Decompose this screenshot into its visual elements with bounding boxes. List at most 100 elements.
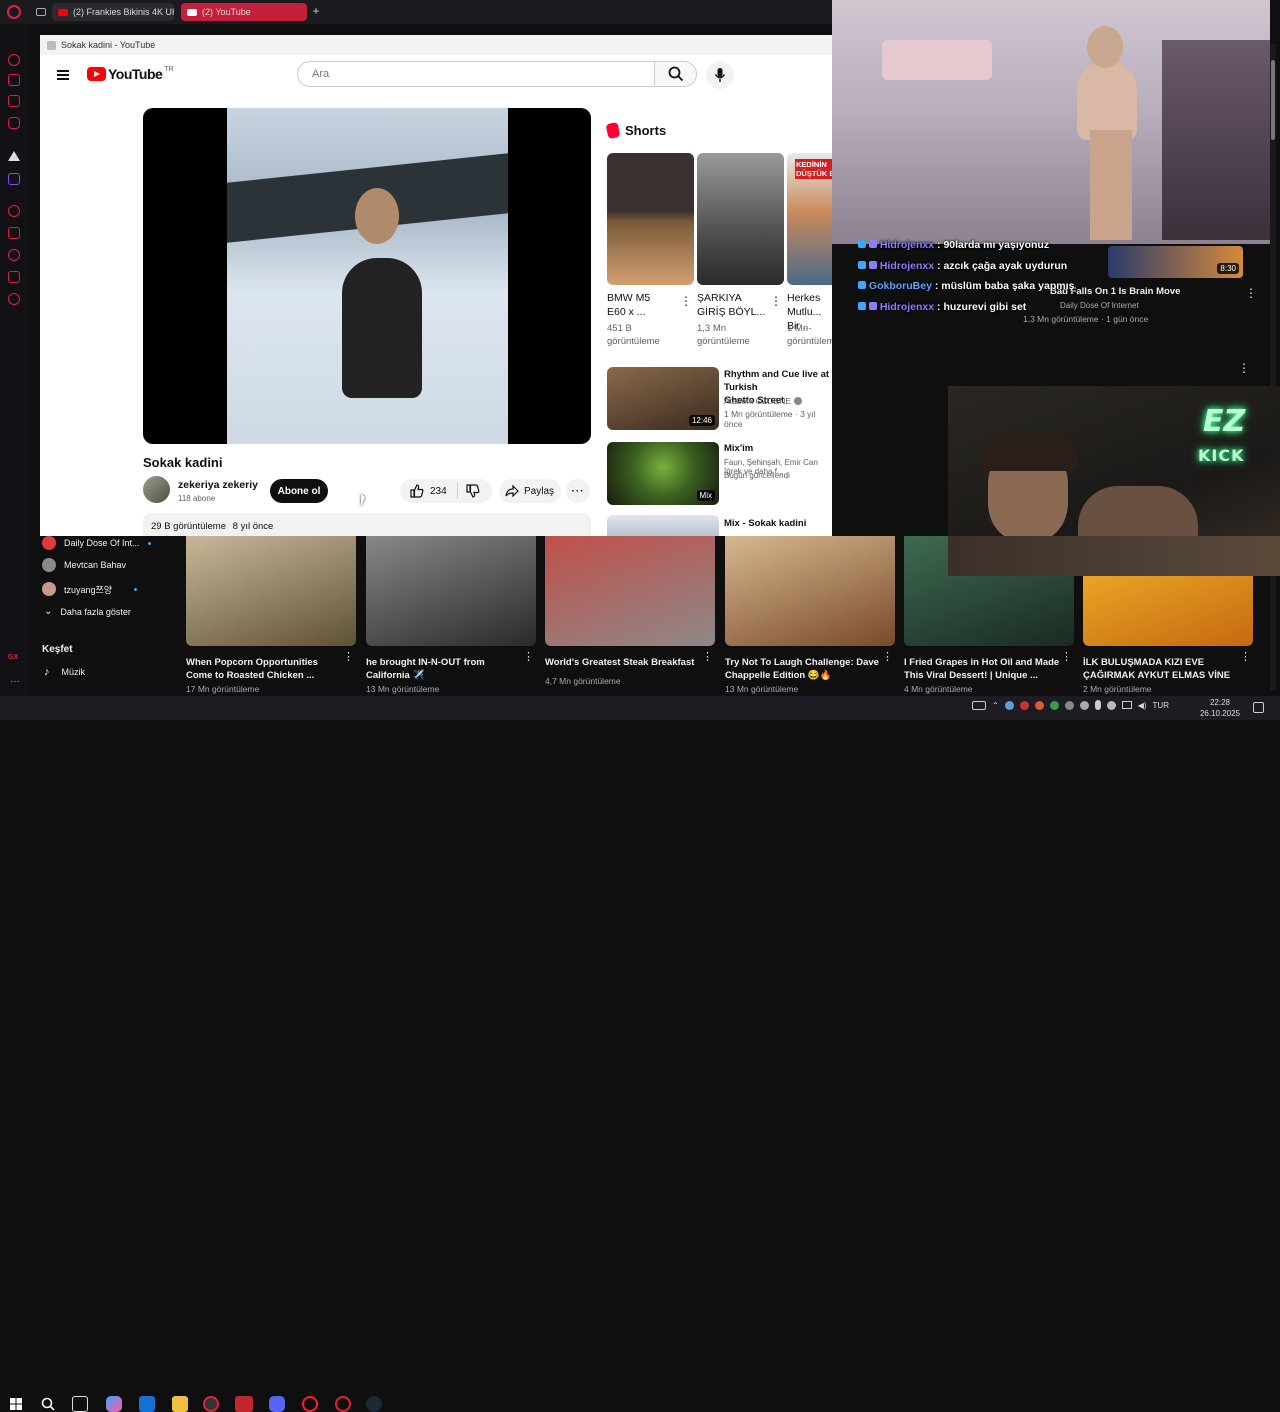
related-thumbnail[interactable]: 12:46 (607, 367, 719, 430)
tray-language[interactable]: TUR (1153, 701, 1169, 710)
opera-gx-icon-2[interactable] (335, 1396, 351, 1412)
video-title[interactable]: he brought IN-N-OUT from California ✈️ (366, 656, 526, 682)
card-menu-icon[interactable]: ⋮ (1240, 652, 1251, 663)
channel-name[interactable]: zekeriya zekeriy (178, 479, 258, 491)
video-title[interactable]: Try Not To Laugh Challenge: Dave Chappell… (725, 656, 885, 682)
video-card[interactable]: When Popcorn Opportunities Come to Roaste… (186, 536, 356, 694)
short-menu-icon[interactable]: ⋮ (680, 294, 692, 308)
discord-icon[interactable] (269, 1396, 285, 1412)
tray-app-icon[interactable] (1049, 700, 1059, 710)
clock[interactable]: 22:28 26.10.2025 (1196, 696, 1244, 719)
card-menu-icon[interactable]: ⋮ (343, 652, 354, 663)
related-thumbnail[interactable]: Mix (607, 442, 719, 505)
tray-app-icon[interactable] (1106, 700, 1116, 710)
sidebar-history-icon[interactable] (8, 249, 20, 261)
tray-app-icon[interactable] (1079, 700, 1089, 710)
tray-network-icon[interactable] (1121, 701, 1132, 709)
sidebar-twitch-icon[interactable] (8, 173, 20, 185)
video-card[interactable]: he brought IN-N-OUT from California ✈️ 13… (366, 536, 536, 694)
subscription-item[interactable]: Daily Dose Of Int... (42, 536, 151, 550)
explore-item-music[interactable]: ♪ Müzik (44, 666, 85, 678)
sidebar-chat-icon[interactable] (8, 95, 20, 107)
video-player[interactable] (143, 108, 591, 444)
sidebar-player-icon[interactable] (8, 205, 20, 217)
tray-keyboard-icon[interactable] (972, 700, 986, 710)
sidebar-more-icon[interactable]: ··· (10, 676, 20, 687)
menu-icon[interactable] (57, 68, 69, 82)
video-title[interactable]: I Fried Grapes in Hot Oil and Made This V… (904, 656, 1064, 682)
description-box[interactable]: 29 B görüntüleme 8 yıl önce (143, 513, 591, 536)
popup-titlebar[interactable]: Sokak kadini - YouTube (40, 35, 832, 55)
sidebar-aria-icon[interactable] (8, 151, 20, 161)
video-card[interactable]: World's Greatest Steak Breakfast 4,7 Mn … (545, 536, 715, 686)
voice-search-button[interactable] (706, 61, 734, 89)
video-thumbnail[interactable] (366, 536, 536, 646)
more-actions-button[interactable]: ··· (566, 479, 590, 503)
video-title[interactable]: İLK BULUŞMADA KIZI EVE ÇAĞIRMAK AYKUT ELM… (1083, 656, 1243, 682)
youtube-logo[interactable]: YouTube TR (87, 66, 174, 82)
subscription-item[interactable]: tzuyang쯔양 (42, 582, 138, 596)
video-title[interactable]: When Popcorn Opportunities Come to Roaste… (186, 656, 346, 682)
related-title[interactable]: Mix - Sokak kadini (724, 518, 806, 529)
card-menu-icon[interactable]: ⋮ (702, 652, 713, 663)
video-thumbnail[interactable] (186, 536, 356, 646)
card-menu-icon[interactable]: ⋮ (523, 652, 534, 663)
related-channel[interactable]: Ataberk ÖZDENE (724, 396, 803, 406)
sidebar-gx-icon[interactable]: GX (8, 654, 18, 661)
share-button[interactable]: Paylaş (499, 479, 561, 503)
steam-icon[interactable] (366, 1396, 382, 1412)
sidebar-pin-icon[interactable] (8, 227, 20, 239)
show-more-button[interactable]: ⌄ Daha fazla göster (44, 606, 131, 617)
like-button[interactable]: 234 (400, 484, 447, 498)
video-card[interactable]: Try Not To Laugh Challenge: Dave Chappell… (725, 536, 895, 694)
dislike-button[interactable] (458, 484, 480, 498)
subscribe-button[interactable]: Abone ol (270, 479, 328, 503)
file-explorer-icon[interactable] (172, 1396, 188, 1412)
outlook-icon[interactable] (139, 1396, 155, 1412)
tab-overview-icon[interactable] (36, 8, 46, 16)
tray-app-icon[interactable] (1004, 700, 1014, 710)
windows-start-icon[interactable] (8, 1396, 24, 1412)
tray-app-icon[interactable] (1064, 700, 1074, 710)
tray-chevron-icon[interactable]: ⌃ (992, 701, 999, 710)
tab-youtube-active[interactable]: (2) YouTube (181, 3, 307, 21)
search-button[interactable] (655, 61, 697, 87)
tray-volume-icon[interactable]: ◀) (1138, 701, 1147, 710)
tray-app-icon[interactable] (1019, 700, 1029, 710)
search-input[interactable]: Ara (297, 61, 655, 87)
search-icon[interactable] (40, 1396, 56, 1412)
app-icon[interactable] (235, 1396, 253, 1412)
sidebar-messenger-icon[interactable] (8, 54, 20, 66)
video-thumbnail[interactable] (725, 536, 895, 646)
sidebar-settings-icon[interactable] (8, 293, 20, 305)
channel-avatar[interactable] (143, 476, 170, 503)
tray-mic-icon[interactable] (1094, 700, 1101, 710)
short-card[interactable] (697, 153, 784, 285)
short-card[interactable] (607, 153, 694, 285)
sidebar-download-icon[interactable] (8, 271, 20, 283)
sidebar-bag-icon[interactable] (8, 74, 20, 86)
opera-icon[interactable] (302, 1396, 318, 1412)
task-view-icon[interactable] (72, 1396, 88, 1412)
copilot-icon[interactable] (106, 1396, 122, 1412)
new-tab-button[interactable]: + (309, 4, 323, 18)
opera-gx-icon[interactable] (203, 1396, 219, 1412)
scrollbar[interactable] (1270, 44, 1276, 690)
tray-app-icon[interactable] (1034, 700, 1044, 710)
related-thumbnail[interactable] (607, 515, 719, 536)
sidebar-instagram-icon[interactable] (8, 117, 20, 129)
video-thumbnail[interactable] (545, 536, 715, 646)
subscription-item[interactable]: Mevtcan Bahav (42, 558, 126, 572)
opera-logo-icon[interactable] (7, 5, 21, 19)
short-card[interactable]: KEDİNİN DÜŞTÜK B (787, 153, 832, 285)
short-title[interactable]: BMW M5 E60 x ... (607, 291, 650, 319)
scrollbar-thumb[interactable] (1271, 60, 1275, 140)
video-title[interactable]: World's Greatest Steak Breakfast (545, 656, 705, 669)
short-title[interactable]: ŞARKIYA GİRİŞ BÖYL... (697, 291, 765, 319)
notification-icon[interactable] (1253, 702, 1264, 713)
short-menu-icon[interactable]: ⋮ (770, 294, 782, 308)
related-title[interactable]: Mix'im (724, 443, 753, 454)
tab-frankies[interactable]: (2) Frankies Bikinis 4K UH (52, 3, 174, 21)
card-menu-icon[interactable]: ⋮ (882, 652, 893, 663)
card-menu-icon[interactable]: ⋮ (1061, 652, 1072, 663)
